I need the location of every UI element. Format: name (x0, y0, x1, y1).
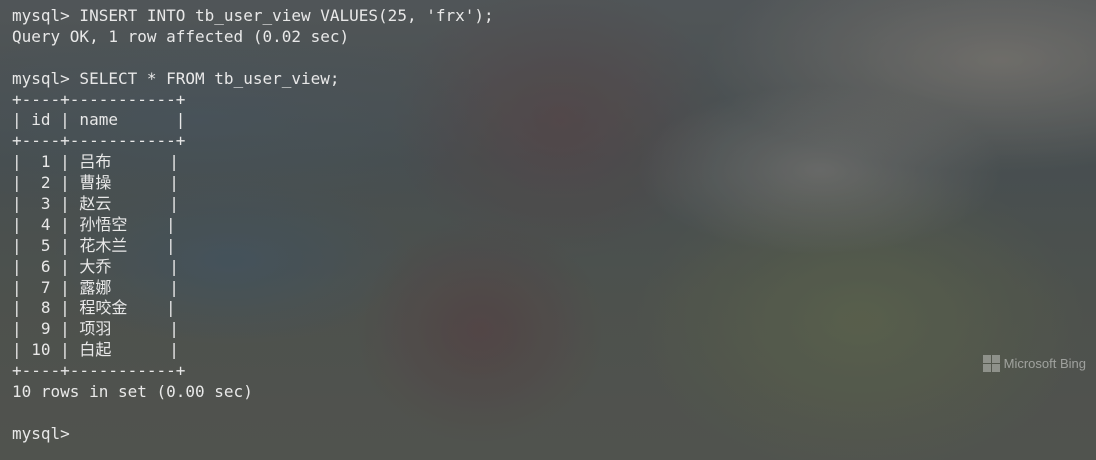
table-row: | 7 | 露娜 | (12, 277, 179, 297)
table-row: | 4 | 孙悟空 | (12, 214, 176, 234)
table-header-row: | id | name | (12, 110, 186, 130)
insert-command-line: mysql> INSERT INTO tb_user_view VALUES(2… (12, 6, 494, 25)
select-result-line: 10 rows in set (0.00 sec) (12, 382, 253, 402)
table-border-top: +----+-----------+ (12, 89, 186, 109)
table-row: | 8 | 程咬金 | (12, 298, 176, 318)
table-row: | 1 | 吕布 | (12, 152, 179, 172)
table-row: | 3 | 赵云 | (12, 194, 179, 214)
table-row: | 10 | 白起 | (12, 340, 179, 360)
table-row: | 5 | 花木兰 | (12, 235, 176, 255)
table-row: | 2 | 曹操 | (12, 173, 179, 193)
bing-watermark: Microsoft Bing (982, 355, 1086, 372)
table-header-border: +----+-----------+ (12, 131, 186, 151)
insert-result-line: Query OK, 1 row affected (0.02 sec) (12, 26, 350, 46)
mysql-prompt[interactable]: mysql> (12, 424, 494, 445)
table-row: | 9 | 项羽 | (12, 319, 179, 339)
table-border-bottom: +----+-----------+ (12, 361, 186, 381)
watermark-text: Microsoft Bing (1003, 356, 1086, 371)
select-command-line: mysql> SELECT * FROM tb_user_view; (12, 68, 340, 88)
terminal-output[interactable]: mysql> INSERT INTO tb_user_view VALUES(2… (12, 6, 494, 445)
table-row: | 6 | 大乔 | (12, 256, 179, 276)
windows-logo-icon (982, 355, 1000, 372)
